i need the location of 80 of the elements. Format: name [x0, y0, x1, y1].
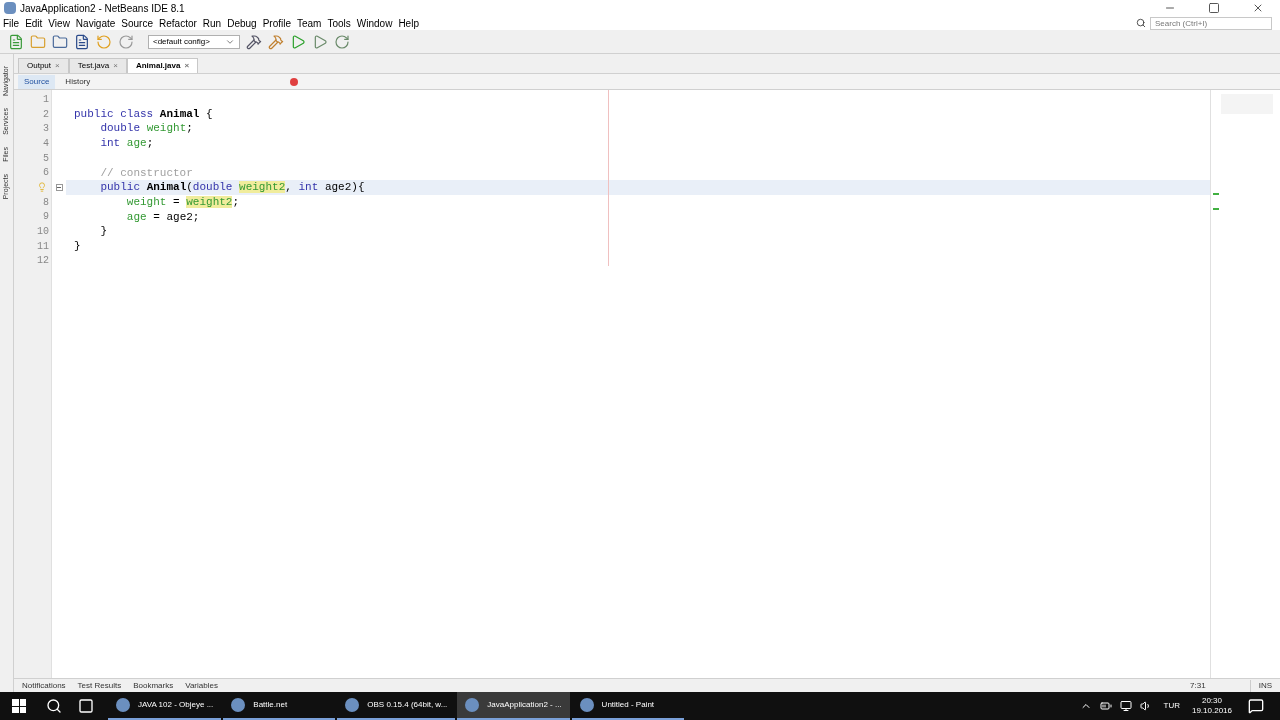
- code-line: public class Animal {: [74, 106, 213, 122]
- menu-item[interactable]: Help: [395, 15, 422, 31]
- volume-icon[interactable]: [1139, 700, 1152, 712]
- hammer-icon[interactable]: [246, 33, 262, 50]
- code-line: }: [99, 224, 107, 240]
- line-number: 8: [43, 195, 49, 210]
- code-line: }: [74, 238, 81, 254]
- menu-item[interactable]: File: [0, 15, 23, 31]
- new-file-icon[interactable]: [8, 33, 24, 50]
- clean-build-icon[interactable]: [268, 33, 284, 50]
- line-number: 10: [37, 225, 49, 240]
- line-number: 6: [43, 166, 49, 181]
- menu-item[interactable]: Navigate: [72, 15, 119, 31]
- line-number: 2: [43, 107, 49, 122]
- redo-icon[interactable]: [118, 33, 134, 50]
- menu-item[interactable]: Run: [199, 15, 225, 31]
- code-line: age = age2;: [125, 209, 200, 225]
- record-icon[interactable]: [290, 77, 299, 86]
- line-number: 12: [37, 254, 49, 269]
- close-tab-icon[interactable]: ×: [113, 60, 118, 72]
- debug-icon[interactable]: [312, 33, 328, 50]
- insert-mode: INS: [1249, 679, 1272, 692]
- window-title: JavaApplication2 - NetBeans IDE 8.1: [20, 1, 185, 16]
- search-icon: [1136, 18, 1146, 28]
- menu-item[interactable]: Refactor: [156, 15, 200, 31]
- menu-item[interactable]: Debug: [224, 15, 260, 31]
- line-number: 11: [37, 239, 49, 254]
- close-tab-icon[interactable]: ×: [55, 60, 60, 72]
- editor-tab[interactable]: Source: [18, 74, 56, 89]
- code-line: // constructor: [99, 165, 193, 181]
- clock-date[interactable]: 19.10.2016: [1191, 706, 1232, 716]
- menu-item[interactable]: Window: [353, 15, 396, 31]
- search-icon[interactable]: [46, 698, 62, 714]
- file-tab[interactable]: Test.java ×: [68, 58, 127, 73]
- taskbar-button[interactable]: OBS 0.15.4 (64bit, w...: [337, 692, 456, 720]
- save-all-icon[interactable]: [74, 33, 90, 50]
- clock-time[interactable]: 20:30: [1201, 696, 1222, 706]
- run-icon[interactable]: [290, 33, 306, 50]
- start-icon[interactable]: [12, 699, 26, 713]
- config-dropdown[interactable]: <default config>: [148, 34, 240, 49]
- task-view-icon[interactable]: [78, 698, 94, 714]
- menu-item[interactable]: Edit: [22, 15, 46, 31]
- line-number: 9: [43, 210, 49, 225]
- profile-icon[interactable]: [334, 33, 350, 50]
- bottom-tab[interactable]: Notifications: [22, 679, 66, 692]
- menu-item[interactable]: Source: [118, 15, 156, 31]
- maximize-icon[interactable]: [1208, 2, 1220, 14]
- taskbar-button[interactable]: Untitled - Paint: [571, 692, 684, 720]
- menu-item[interactable]: Profile: [259, 15, 294, 31]
- line-number: 3: [43, 122, 49, 137]
- network-icon[interactable]: [1119, 700, 1132, 712]
- editor-tab[interactable]: History: [59, 74, 97, 89]
- code-line: double weight;: [99, 121, 193, 137]
- code-line: public Animal(double weight2, int age2){: [99, 180, 365, 196]
- taskbar-button[interactable]: JavaApplication2 - ...: [457, 692, 570, 720]
- bottom-tab[interactable]: Variables: [185, 679, 218, 692]
- open-project-icon[interactable]: [52, 33, 68, 50]
- battery-icon[interactable]: [1099, 700, 1112, 712]
- menu-item[interactable]: View: [45, 15, 73, 31]
- line-number: 1: [43, 92, 49, 107]
- fold-toggle[interactable]: [55, 183, 63, 191]
- close-tab-icon[interactable]: ×: [184, 60, 190, 72]
- close-icon[interactable]: [1252, 2, 1264, 14]
- menu-item[interactable]: Team: [294, 15, 325, 31]
- bottom-tab[interactable]: Test Results: [77, 679, 122, 692]
- search-field[interactable]: Search (Ctrl+I): [1150, 16, 1272, 30]
- app-icon: [4, 2, 16, 14]
- code-line: weight = weight2;: [125, 194, 240, 210]
- file-tab[interactable]: Animal.java ×: [126, 58, 199, 73]
- line-number: 4: [43, 136, 49, 151]
- bottom-tab[interactable]: Bookmarks: [133, 679, 174, 692]
- input-language[interactable]: TUR: [1163, 700, 1180, 712]
- notifications-icon[interactable]: [1248, 698, 1264, 714]
- taskbar-button[interactable]: Battle.net: [223, 692, 336, 720]
- file-tab[interactable]: Output ×: [18, 58, 69, 73]
- taskbar-button[interactable]: JAVA 102 - Objeye ...: [108, 692, 222, 720]
- caret-position: 7:31: [1190, 679, 1206, 692]
- code-line: int age;: [99, 136, 154, 152]
- line-number: 5: [43, 151, 49, 166]
- menu-item[interactable]: Tools: [324, 15, 354, 31]
